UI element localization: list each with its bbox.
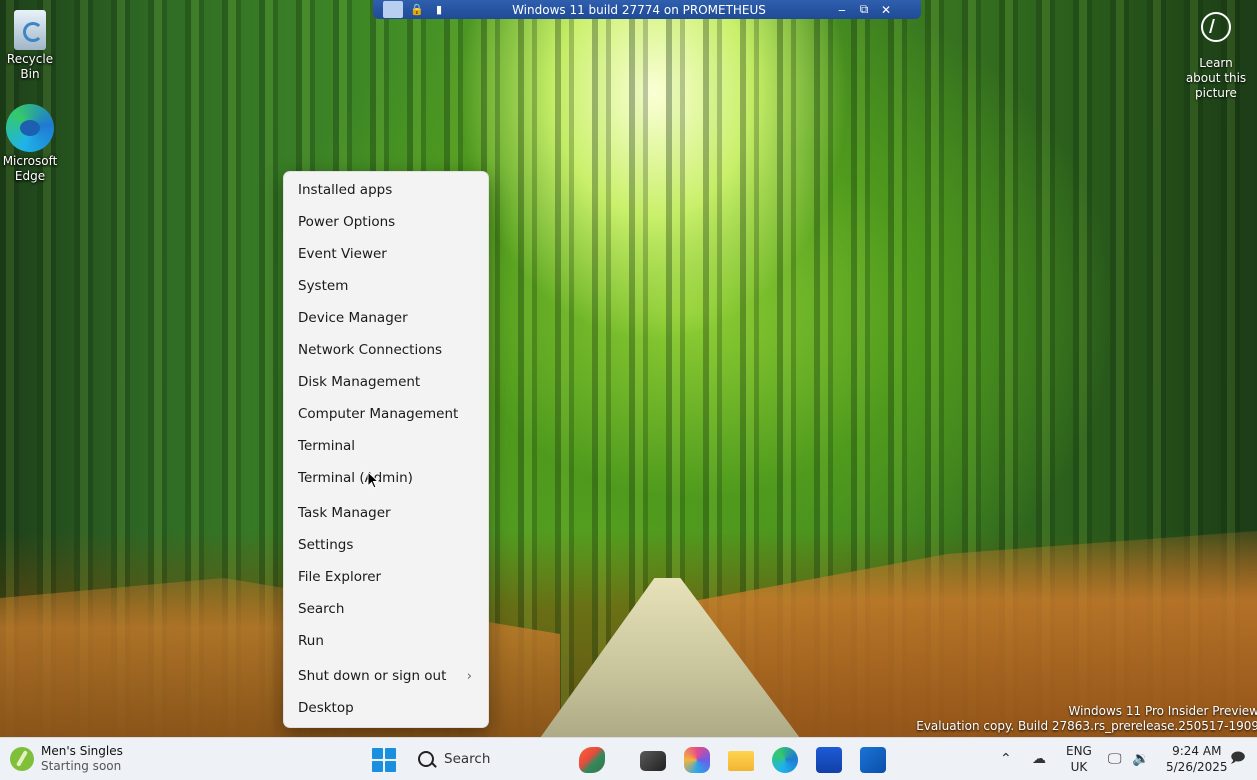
spotlight-icon	[1201, 12, 1231, 42]
menu-item-label: Task Manager	[298, 505, 391, 521]
taskbar-search[interactable]: Search	[418, 747, 490, 771]
menu-item-run[interactable]: Run	[284, 626, 488, 656]
desktop-icon-label: Microsoft Edge	[2, 154, 58, 183]
menu-item-label: Event Viewer	[298, 246, 387, 262]
widgets-button[interactable]: Men's Singles Starting soon	[10, 744, 123, 774]
watermark-line-1: Windows 11 Pro Insider Preview	[1068, 704, 1257, 718]
menu-item-label: System	[298, 278, 349, 294]
menu-item-label: Shut down or sign out	[298, 668, 447, 684]
menu-item-label: Terminal	[298, 438, 356, 454]
remote-session-title: Windows 11 build 27774 on PROMETHEUS	[512, 2, 766, 17]
menu-item-label: Terminal (Admin)	[298, 470, 413, 486]
menu-item-device-manager[interactable]: Device Manager	[284, 303, 488, 333]
winx-context-menu: Installed apps Power Options Event Viewe…	[283, 171, 489, 728]
onedrive-status[interactable]: ☁	[1032, 738, 1046, 780]
file-explorer-icon[interactable]	[728, 751, 754, 771]
snipping-tool-icon[interactable]	[640, 751, 666, 771]
menu-item-label: Disk Management	[298, 374, 421, 390]
menu-item-desktop[interactable]: Desktop	[284, 693, 488, 723]
edge-taskbar-icon[interactable]	[772, 747, 798, 773]
menu-item-installed-apps[interactable]: Installed apps	[284, 175, 488, 205]
keyboard-layout: UK	[1070, 760, 1088, 774]
evaluation-watermark: Windows 11 Pro Insider Preview Evaluatio…	[916, 704, 1257, 734]
outlook-icon[interactable]	[860, 747, 886, 773]
start-button[interactable]	[372, 748, 396, 772]
menu-item-power-options[interactable]: Power Options	[284, 207, 488, 237]
menu-item-label: Installed apps	[298, 182, 393, 198]
menu-item-network-connections[interactable]: Network Connections	[284, 335, 488, 365]
menu-item-terminal-admin[interactable]: Terminal (Admin)	[284, 463, 488, 493]
remote-connection-bar: 🔒 ▮ Windows 11 build 27774 on PROMETHEUS…	[373, 0, 921, 19]
recycle-bin-icon	[14, 10, 46, 50]
menu-item-label: Run	[298, 633, 324, 649]
menu-item-settings[interactable]: Settings	[284, 530, 488, 560]
windows-logo-pane	[372, 761, 383, 772]
menu-item-task-manager[interactable]: Task Manager	[284, 498, 488, 528]
search-icon	[418, 751, 434, 767]
show-hidden-icons-button[interactable]: ⌃	[1000, 738, 1012, 780]
menu-item-terminal[interactable]: Terminal	[284, 431, 488, 461]
close-button[interactable]: ✕	[875, 3, 897, 17]
menu-item-label: Search	[298, 601, 345, 617]
menu-item-label: Desktop	[298, 700, 354, 716]
chevron-right-icon: ›	[466, 668, 472, 684]
search-label: Search	[444, 751, 491, 767]
menu-item-system[interactable]: System	[284, 271, 488, 301]
menu-item-label: Power Options	[298, 214, 396, 230]
desktop-icon-edge[interactable]: Microsoft Edge	[0, 104, 62, 184]
windows-logo-icon	[372, 748, 383, 759]
sports-icon	[10, 747, 34, 771]
menu-item-label: Computer Management	[298, 406, 459, 422]
network-icon: 🖵	[1108, 751, 1122, 767]
menu-item-computer-management[interactable]: Computer Management	[284, 399, 488, 429]
clock[interactable]: 9:24 AM 5/26/2025	[1166, 738, 1228, 780]
chevron-up-icon: ⌃	[1000, 751, 1012, 767]
menu-item-label: Settings	[298, 537, 354, 553]
language-indicator[interactable]: ENG UK	[1066, 738, 1092, 780]
menu-item-search[interactable]: Search	[284, 594, 488, 624]
windows-logo-pane	[385, 748, 396, 759]
widget-title: Men's Singles	[41, 744, 123, 758]
volume-button[interactable]: 🔉	[1132, 738, 1149, 780]
learn-about-picture[interactable]: Learn about this picture	[1181, 12, 1251, 101]
menu-item-label: Network Connections	[298, 342, 443, 358]
learn-about-label: Learn about this picture	[1185, 56, 1247, 100]
notifications-button[interactable]: 🗩	[1230, 738, 1246, 780]
watermark-line-2: Evaluation copy. Build 27863.rs_prerelea…	[916, 719, 1257, 733]
menu-item-shut-down[interactable]: Shut down or sign out ›	[284, 661, 488, 691]
cloud-offline-icon: ☁	[1032, 751, 1046, 767]
desktop-icon-label: Recycle Bin	[6, 52, 54, 81]
menu-item-label: Device Manager	[298, 310, 408, 326]
pin-icon[interactable]	[383, 1, 403, 18]
windows-logo-pane	[385, 761, 396, 772]
clock-date: 5/26/2025	[1166, 760, 1228, 774]
notification-bell-icon: 🗩	[1230, 750, 1246, 766]
taskbar: Men's Singles Starting soon Search ⌃ ☁ E…	[0, 737, 1257, 780]
copilot-app-icon[interactable]	[579, 747, 605, 773]
desktop-icon-recycle-bin[interactable]: Recycle Bin	[0, 4, 62, 82]
signal-icon: ▮	[435, 3, 443, 16]
restore-button[interactable]: ⧉	[853, 2, 875, 17]
menu-item-label: File Explorer	[298, 569, 382, 585]
minimize-button[interactable]: ‒	[831, 3, 853, 17]
clock-time: 9:24 AM	[1172, 744, 1222, 758]
microsoft-365-icon[interactable]	[684, 747, 710, 773]
volume-icon: 🔉	[1132, 751, 1150, 767]
microsoft-store-icon[interactable]	[816, 747, 842, 773]
menu-item-event-viewer[interactable]: Event Viewer	[284, 239, 488, 269]
menu-item-disk-management[interactable]: Disk Management	[284, 367, 488, 397]
language-code: ENG	[1066, 744, 1092, 758]
edge-icon	[6, 104, 54, 152]
lock-icon: 🔒	[410, 3, 424, 16]
network-status[interactable]: 🖵	[1108, 738, 1122, 780]
menu-item-file-explorer[interactable]: File Explorer	[284, 562, 488, 592]
widget-subtitle: Starting soon	[41, 759, 122, 773]
